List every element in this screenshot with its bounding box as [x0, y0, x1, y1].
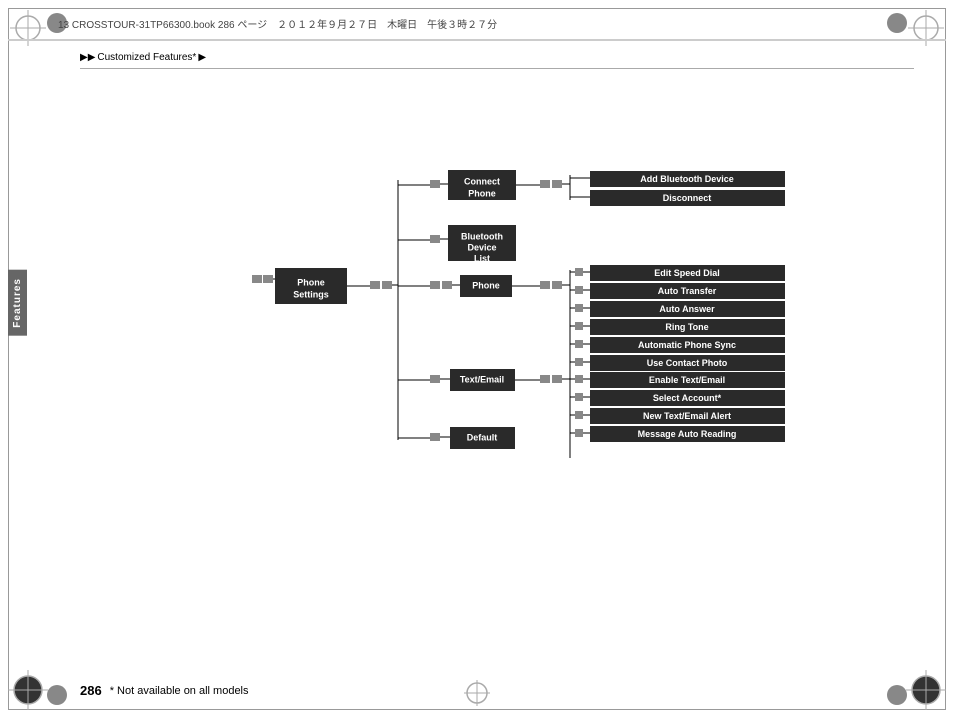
- conn-cp-r1: [540, 180, 550, 188]
- footer: 286 * Not available on all models: [80, 683, 249, 698]
- conn-cp-1: [430, 180, 440, 188]
- msg-auto-reading-label: Message Auto Reading: [638, 429, 737, 439]
- auto-transfer-label: Auto Transfer: [658, 286, 717, 296]
- connect-phone-label-2: Phone: [468, 188, 496, 198]
- btl-label-1: Bluetooth: [461, 231, 503, 241]
- conn-te-r1: [540, 375, 550, 383]
- icon-at: [575, 286, 583, 294]
- header-bar: 13 CROSSTOUR-31TP66300.book 286 ページ ２０１２…: [8, 8, 946, 40]
- conn-btl-1: [430, 235, 440, 243]
- breadcrumb-arrows: ▶▶: [80, 52, 95, 63]
- corner-mark-br2: [882, 680, 912, 710]
- icon-ntea: [575, 411, 583, 419]
- disconnect-label: Disconnect: [663, 193, 712, 203]
- conn-te-1: [430, 375, 440, 383]
- breadcrumb: ▶▶ Customized Features* ▶: [80, 52, 206, 63]
- conn-phone-r2: [552, 281, 562, 289]
- icon-sa: [575, 393, 583, 401]
- conn-phone-1: [430, 281, 440, 289]
- edit-speed-dial-label: Edit Speed Dial: [654, 268, 720, 278]
- breadcrumb-arrow-right: ▶: [198, 52, 206, 63]
- conn-icon-ps-2: [263, 275, 273, 283]
- conn-def-1: [430, 433, 440, 441]
- conn-phone-2: [442, 281, 452, 289]
- ring-tone-label: Ring Tone: [665, 322, 708, 332]
- conn-icon-after-ps-1: [370, 281, 380, 289]
- conn-te-r2: [552, 375, 562, 383]
- icon-ucp: [575, 358, 583, 366]
- auto-answer-label: Auto Answer: [659, 304, 715, 314]
- header-text: 13 CROSSTOUR-31TP66300.book 286 ページ ２０１２…: [58, 16, 497, 31]
- btl-label-2: Device: [467, 242, 496, 252]
- conn-icon-ps-1: [252, 275, 262, 283]
- add-bt-label: Add Bluetooth Device: [640, 174, 734, 184]
- breadcrumb-rule: [80, 68, 914, 69]
- icon-ete: [575, 375, 583, 383]
- conn-cp-r2: [552, 180, 562, 188]
- select-account-label: Select Account*: [653, 393, 722, 403]
- breadcrumb-label: Customized Features*: [97, 52, 196, 63]
- corner-mark-br: [906, 670, 946, 710]
- diagram-area: .box-dark { fill: #2a2a2a; } .box-med { …: [80, 120, 900, 520]
- icon-aps: [575, 340, 583, 348]
- connect-phone-label-1: Connect: [464, 176, 500, 186]
- default-label: Default: [467, 432, 498, 442]
- icon-esd: [575, 268, 583, 276]
- btl-label-3: List: [474, 253, 490, 263]
- enable-te-label: Enable Text/Email: [649, 375, 725, 385]
- bottom-center-mark: [462, 678, 492, 708]
- new-te-alert-label: New Text/Email Alert: [643, 411, 731, 421]
- icon-aa: [575, 304, 583, 312]
- header-rule: [8, 40, 946, 41]
- use-contact-photo-label: Use Contact Photo: [647, 358, 728, 368]
- icon-rt: [575, 322, 583, 330]
- text-email-label: Text/Email: [460, 374, 504, 384]
- footer-note: * Not available on all models: [110, 685, 249, 697]
- conn-icon-after-ps-2: [382, 281, 392, 289]
- auto-phone-sync-label: Automatic Phone Sync: [638, 340, 736, 350]
- icon-mar: [575, 429, 583, 437]
- phone-settings-label-1: Phone: [297, 277, 325, 287]
- side-tab: Features: [8, 270, 27, 336]
- conn-phone-r1: [540, 281, 550, 289]
- phone-label: Phone: [472, 280, 500, 290]
- phone-settings-label-2: Settings: [293, 289, 329, 299]
- diagram-svg: .box-dark { fill: #2a2a2a; } .box-med { …: [80, 120, 900, 520]
- page-number: 286: [80, 683, 102, 698]
- corner-mark-bl2: [42, 680, 72, 710]
